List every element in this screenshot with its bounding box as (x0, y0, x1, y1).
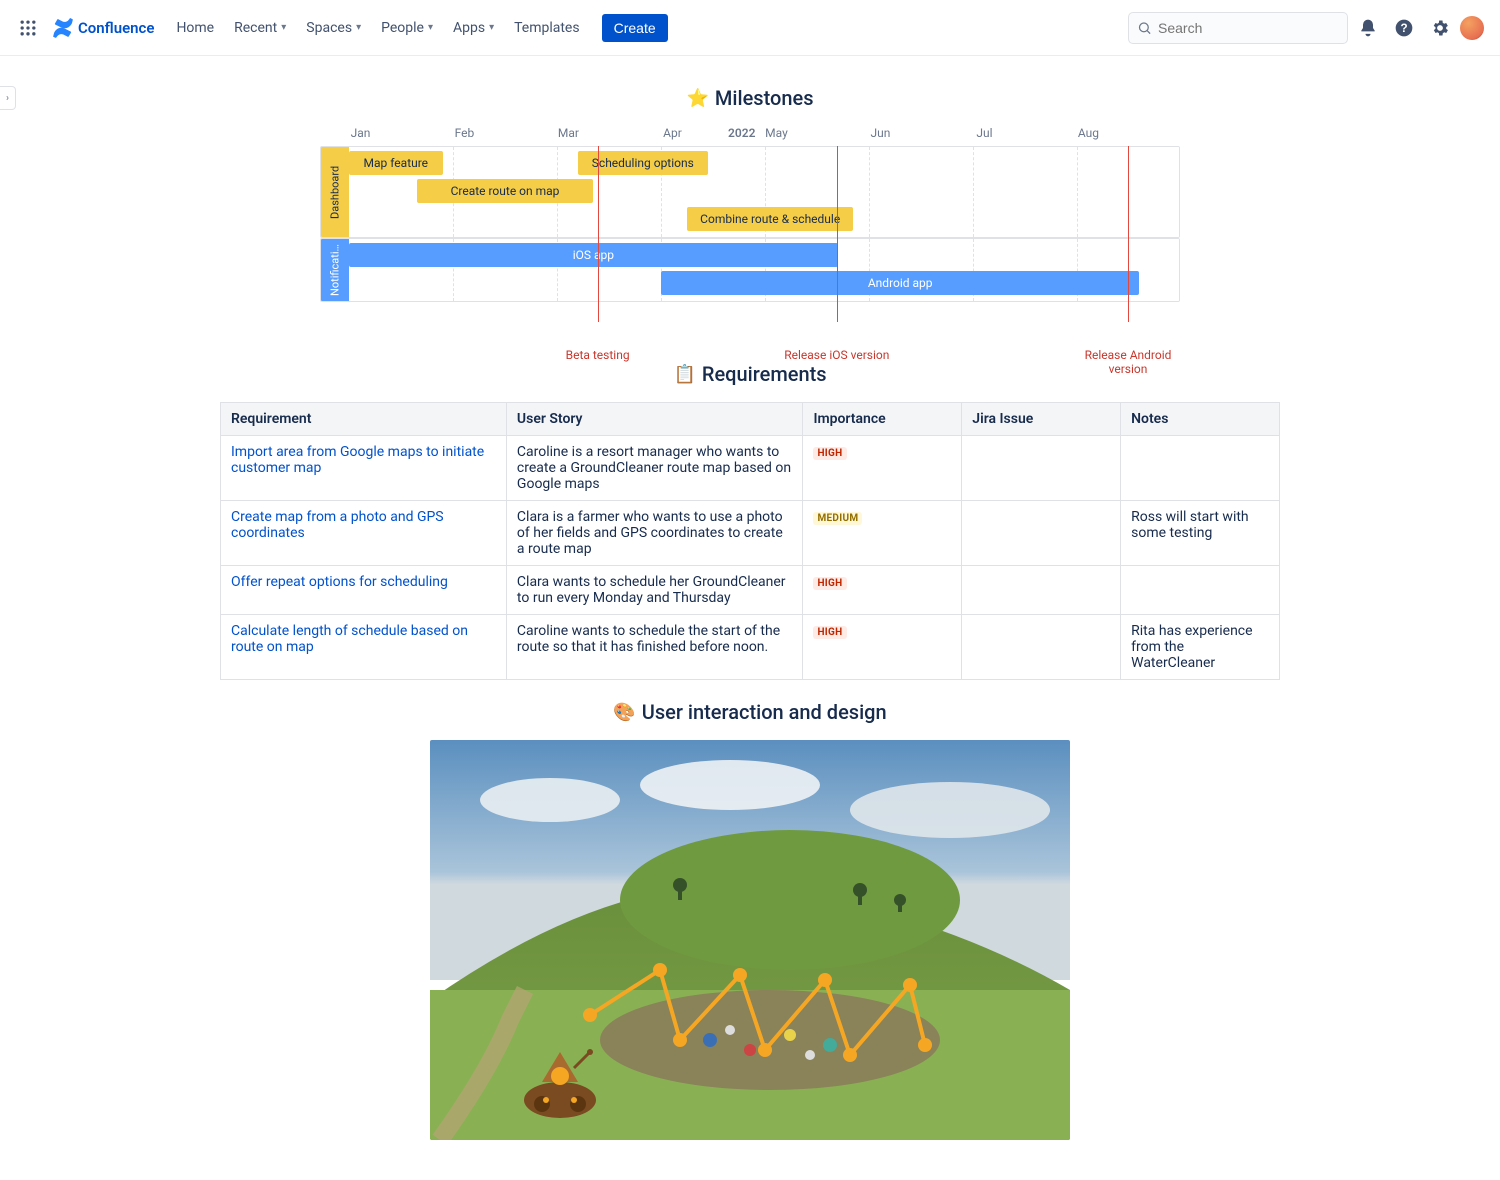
notes-cell (1121, 436, 1280, 501)
jira-cell (962, 615, 1121, 680)
month-label: Mar (540, 126, 596, 140)
importance-badge: MEDIUM (813, 512, 862, 525)
search-input[interactable] (1128, 12, 1348, 44)
top-nav: Confluence HomeRecent▾Spaces▾People▾Apps… (0, 0, 1500, 56)
table-header: Notes (1121, 403, 1280, 436)
table-row: Import area from Google maps to initiate… (221, 436, 1280, 501)
settings-icon[interactable] (1424, 12, 1456, 44)
story-cell: Caroline wants to schedule the start of … (506, 615, 803, 680)
milestone-label: Beta testing (538, 348, 658, 362)
importance-badge: HIGH (813, 577, 846, 590)
lane-label: Dashboard (321, 147, 349, 237)
nav-item-people[interactable]: People▾ (371, 14, 443, 42)
section-requirements: 📋 Requirements RequirementUser StoryImpo… (160, 362, 1340, 680)
design-title: User interaction and design (642, 700, 887, 724)
requirement-cell[interactable]: Import area from Google maps to initiate… (221, 436, 507, 501)
section-milestones: ⭐ Milestones 2022 JanFebMarAprMayJunJulA… (160, 86, 1340, 342)
roadmap-lane-dashboard: DashboardMap feature Scheduling options Cr… (320, 146, 1180, 238)
table-row: Calculate length of schedule based on ro… (221, 615, 1280, 680)
table-header: Importance (803, 403, 962, 436)
requirement-cell[interactable]: Offer repeat options for scheduling (221, 566, 507, 615)
help-icon[interactable]: ? (1388, 12, 1420, 44)
story-cell: Caroline is a resort manager who wants t… (506, 436, 803, 501)
clipboard-icon: 📋 (673, 364, 695, 385)
nav-item-home[interactable]: Home (166, 14, 224, 42)
roadmap-bar[interactable]: iOS app (349, 243, 838, 267)
page-content: ⭐ Milestones 2022 JanFebMarAprMayJunJulA… (160, 56, 1340, 1140)
app-switcher-icon[interactable] (16, 16, 40, 40)
section-design: 🎨 User interaction and design (160, 700, 1340, 1140)
profile-avatar[interactable] (1460, 16, 1484, 40)
search-field[interactable] (1158, 20, 1339, 36)
notes-cell: Ross will start with some testing (1121, 501, 1280, 566)
table-header: Jira Issue (962, 403, 1121, 436)
milestone-label: Release iOS version (777, 348, 897, 362)
table-header: Requirement (221, 403, 507, 436)
table-row: Offer repeat options for schedulingClara… (221, 566, 1280, 615)
table-header: User Story (506, 403, 803, 436)
chevron-down-icon: ▾ (281, 22, 286, 33)
jira-cell (962, 566, 1121, 615)
month-label: Jan (332, 126, 388, 140)
month-label: May (748, 126, 804, 140)
roadmap-bar[interactable]: Combine route & schedule (687, 207, 853, 231)
importance-badge: HIGH (813, 626, 846, 639)
requirement-cell[interactable]: Create map from a photo and GPS coordina… (221, 501, 507, 566)
nav-item-templates[interactable]: Templates (504, 14, 590, 42)
requirements-table: RequirementUser StoryImportanceJira Issu… (220, 402, 1280, 680)
roadmap-chart[interactable]: 2022 JanFebMarAprMayJunJulAug DashboardM… (320, 126, 1180, 342)
month-label: Apr (644, 126, 700, 140)
create-button[interactable]: Create (602, 14, 668, 42)
palette-icon: 🎨 (613, 702, 635, 723)
svg-text:?: ? (1400, 22, 1407, 35)
notifications-icon[interactable] (1352, 12, 1384, 44)
jira-cell (962, 436, 1121, 501)
nav-item-spaces[interactable]: Spaces▾ (296, 14, 371, 42)
nav-item-recent[interactable]: Recent▾ (224, 14, 296, 42)
chevron-down-icon: ▾ (356, 22, 361, 33)
table-row: Create map from a photo and GPS coordina… (221, 501, 1280, 566)
expand-sidebar-button[interactable]: › (0, 86, 16, 110)
design-mock-image[interactable] (430, 740, 1070, 1140)
product-name: Confluence (78, 19, 154, 37)
importance-cell: HIGH (803, 615, 962, 680)
milestone-label: Release Android version (1068, 348, 1188, 377)
month-label: Feb (436, 126, 492, 140)
month-label: Aug (1060, 126, 1116, 140)
importance-cell: HIGH (803, 566, 962, 615)
importance-cell: HIGH (803, 436, 962, 501)
requirements-title: Requirements (702, 362, 827, 386)
lane-label: Notificati… (321, 239, 349, 301)
notes-cell: Rita has experience from the WaterCleane… (1121, 615, 1280, 680)
jira-cell (962, 501, 1121, 566)
chevron-down-icon: ▾ (428, 22, 433, 33)
star-icon: ⭐ (686, 88, 708, 109)
month-label: Jul (956, 126, 1012, 140)
roadmap-lane-notif: Notificati…iOS app Android app (320, 238, 1180, 302)
roadmap-bar[interactable]: Scheduling options (578, 151, 708, 175)
confluence-logo[interactable]: Confluence (44, 17, 162, 39)
notes-cell (1121, 566, 1280, 615)
design-heading: 🎨 User interaction and design (160, 700, 1340, 724)
roadmap-bar[interactable]: Android app (661, 271, 1139, 295)
roadmap-bar[interactable]: Create route on map (417, 179, 594, 203)
importance-cell: MEDIUM (803, 501, 962, 566)
chevron-down-icon: ▾ (489, 22, 494, 33)
requirement-cell[interactable]: Calculate length of schedule based on ro… (221, 615, 507, 680)
milestones-heading: ⭐ Milestones (160, 86, 1340, 110)
importance-badge: HIGH (813, 447, 846, 460)
story-cell: Clara wants to schedule her GroundCleane… (506, 566, 803, 615)
story-cell: Clara is a farmer who wants to use a pho… (506, 501, 803, 566)
milestones-title: Milestones (715, 86, 814, 110)
roadmap-bar[interactable]: Map feature (349, 151, 443, 175)
search-icon (1137, 20, 1152, 36)
nav-item-apps[interactable]: Apps▾ (443, 14, 504, 42)
month-label: Jun (852, 126, 908, 140)
